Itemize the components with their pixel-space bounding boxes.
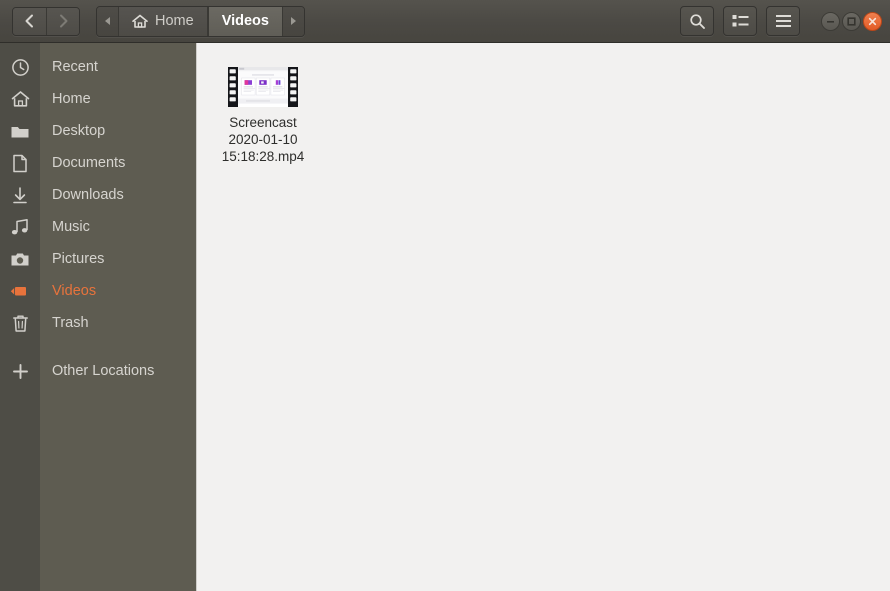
sidebar-item-label: Desktop — [52, 123, 106, 139]
music-icon — [0, 218, 40, 236]
file-list-view[interactable]: Screencast 2020-01-10 15:18:28.mp4 — [197, 43, 890, 591]
sidebar-item-label: Other Locations — [52, 363, 155, 379]
sidebar-item-label: Pictures — [52, 251, 105, 267]
breadcrumb-label: Home — [155, 13, 194, 29]
sidebar-item-home[interactable]: Home — [0, 83, 196, 115]
sidebar-item-desktop[interactable]: Desktop — [0, 115, 196, 147]
sidebar-item-trash[interactable]: Trash — [0, 307, 196, 339]
document-icon — [0, 154, 40, 173]
header-tools — [680, 6, 882, 36]
sidebar-item-pictures[interactable]: Pictures — [0, 243, 196, 275]
plus-icon — [0, 363, 40, 380]
triangle-left-icon — [104, 17, 110, 25]
sidebar-item-label: Videos — [52, 283, 97, 299]
breadcrumb-label: Videos — [221, 13, 269, 29]
clock-icon — [0, 58, 40, 77]
triangle-right-icon — [291, 17, 297, 25]
sidebar-item-recent[interactable]: Recent — [0, 51, 196, 83]
sidebar-item-label: Home — [52, 91, 91, 107]
file-name-label: Screencast 2020-01-10 15:18:28.mp4 — [221, 115, 305, 164]
nautilus-window: Home Videos Recent Home Desktop Document… — [0, 0, 890, 591]
search-icon — [689, 13, 705, 29]
hamburger-menu-icon — [775, 15, 791, 27]
sidebar-item-label: Trash — [52, 315, 89, 331]
folder-icon — [0, 123, 40, 140]
list-view-icon — [732, 15, 748, 27]
video-thumbnail — [228, 67, 298, 107]
trash-icon — [0, 314, 40, 333]
breadcrumb-item-home[interactable]: Home — [118, 6, 208, 36]
sidebar-item-videos[interactable]: Videos — [0, 275, 196, 307]
chevron-left-icon — [25, 14, 33, 28]
home-icon — [0, 90, 40, 108]
camera-icon — [0, 251, 40, 268]
forward-button[interactable] — [46, 7, 79, 35]
maximize-button[interactable] — [842, 11, 861, 31]
sidebar-separator — [0, 339, 196, 355]
file-thumbnail — [228, 57, 298, 107]
back-button[interactable] — [13, 7, 46, 35]
close-icon — [868, 17, 877, 25]
window-controls — [821, 11, 882, 31]
minimize-button[interactable] — [821, 11, 840, 31]
navigation-buttons — [12, 6, 80, 36]
file-grid: Screencast 2020-01-10 15:18:28.mp4 — [197, 43, 890, 165]
main-menu-button[interactable] — [766, 6, 800, 36]
view-options-button[interactable] — [723, 6, 757, 36]
file-item[interactable]: Screencast 2020-01-10 15:18:28.mp4 — [211, 57, 315, 165]
sidebar: Recent Home Desktop Documents Downloads … — [0, 43, 197, 591]
close-button[interactable] — [863, 11, 882, 31]
video-icon — [0, 284, 40, 298]
path-scroll-right-button[interactable] — [282, 6, 304, 36]
window-body: Recent Home Desktop Documents Downloads … — [0, 43, 890, 591]
home-icon — [132, 14, 148, 28]
minimize-icon — [827, 20, 834, 23]
sidebar-item-documents[interactable]: Documents — [0, 147, 196, 179]
maximize-icon — [847, 16, 856, 26]
sidebar-item-other-locations[interactable]: Other Locations — [0, 355, 196, 387]
sidebar-item-music[interactable]: Music — [0, 211, 196, 243]
breadcrumb-item-videos[interactable]: Videos — [207, 6, 283, 36]
sidebar-item-label: Documents — [52, 155, 126, 171]
download-icon — [0, 186, 40, 205]
search-button[interactable] — [680, 6, 714, 36]
breadcrumb: Home Videos — [96, 5, 305, 37]
sidebar-item-label: Music — [52, 219, 90, 235]
path-scroll-left-button[interactable] — [97, 6, 118, 36]
sidebar-item-label: Recent — [52, 59, 98, 75]
chevron-right-icon — [59, 14, 67, 28]
header-bar: Home Videos — [0, 0, 890, 43]
sidebar-item-label: Downloads — [52, 187, 124, 203]
sidebar-item-downloads[interactable]: Downloads — [0, 179, 196, 211]
